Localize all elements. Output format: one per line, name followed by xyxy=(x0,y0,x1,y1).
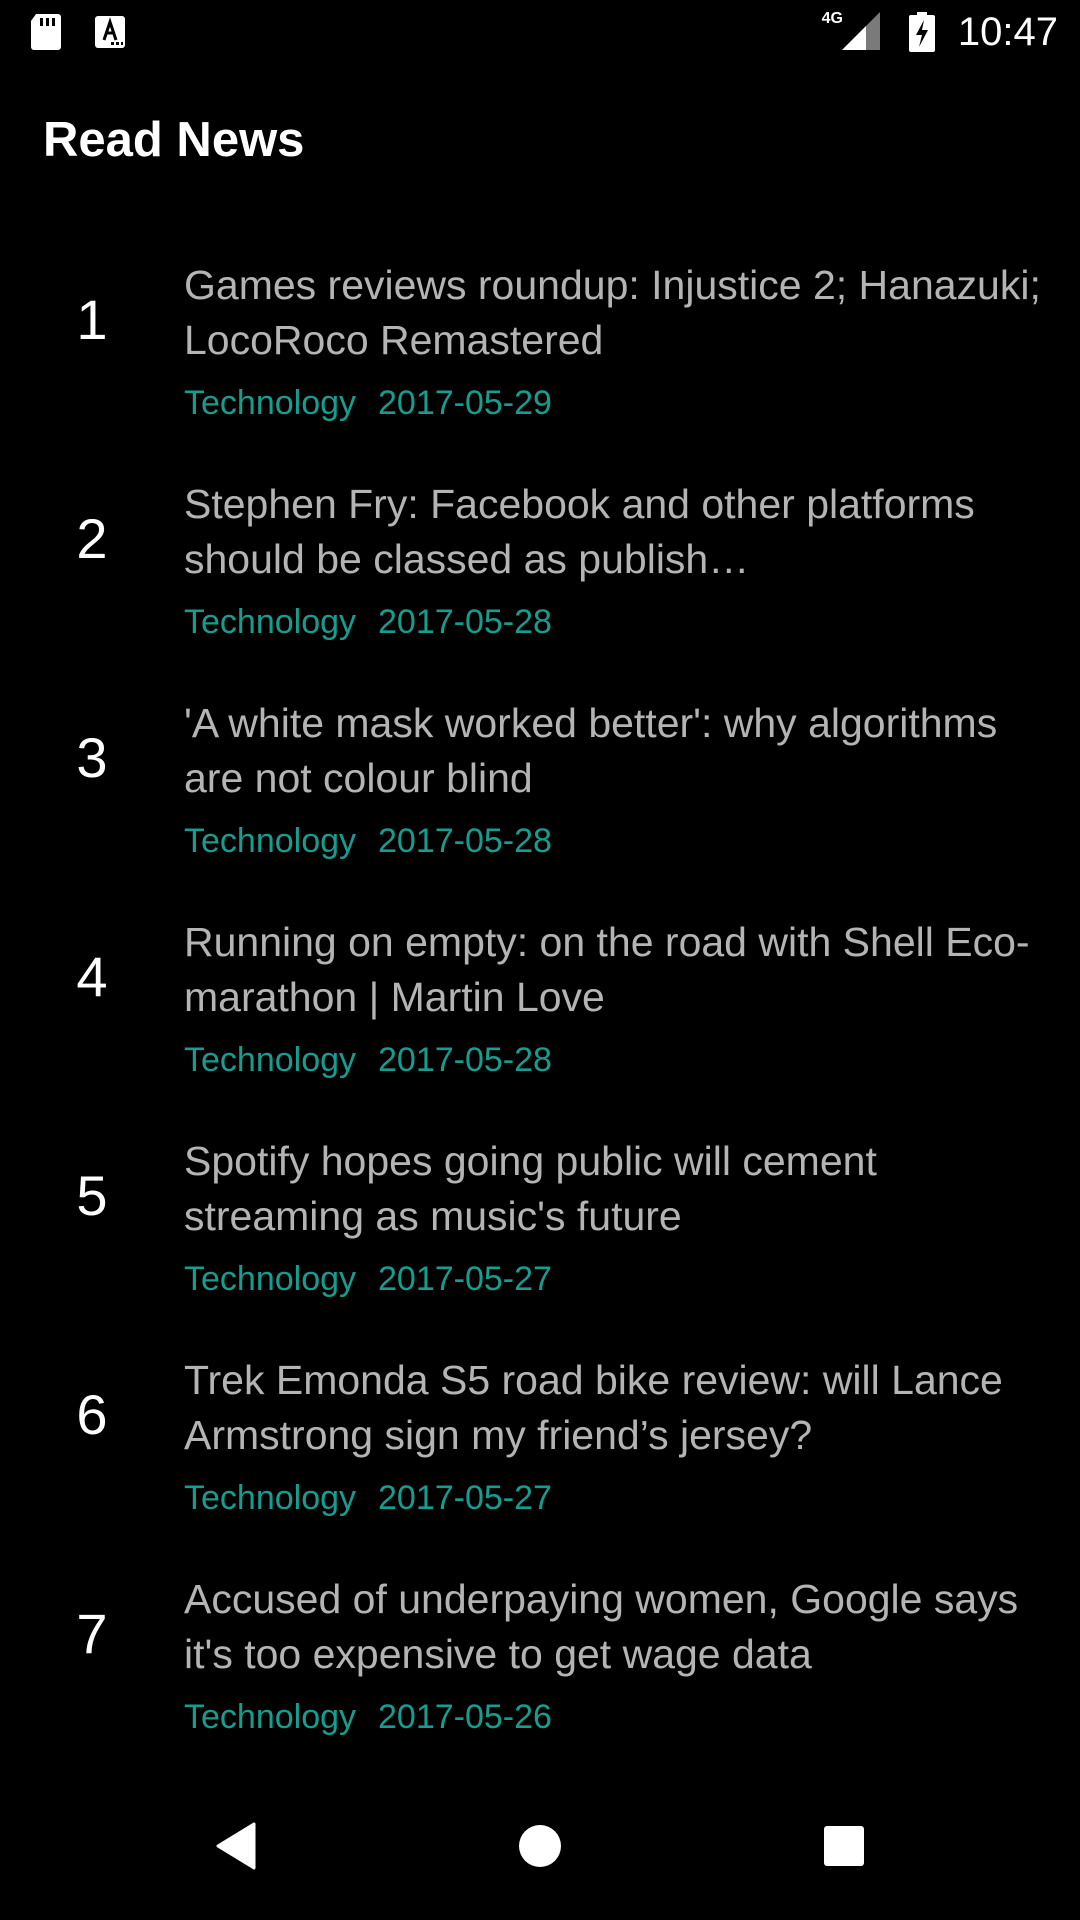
sd-card-icon xyxy=(30,14,62,55)
status-time: 10:47 xyxy=(957,10,1058,54)
item-title: Trek Emonda S5 road bike review: will La… xyxy=(184,1357,1003,1458)
home-button[interactable] xyxy=(498,1806,582,1890)
item-meta: Technology 2017-05-26 xyxy=(184,1697,552,1737)
item-index: 6 xyxy=(76,1383,108,1446)
item-date: 2017-05-27 xyxy=(378,1260,552,1298)
item-meta: Technology 2017-05-27 xyxy=(184,1478,552,1518)
list-item[interactable]: 1 Games reviews roundup: Injustice 2; Ha… xyxy=(0,240,1080,459)
list-item[interactable]: 4 Running on empty: on the road with She… xyxy=(0,897,1080,1116)
list-item[interactable]: 7 Accused of underpaying women, Google s… xyxy=(0,1554,1080,1773)
item-date: 2017-05-28 xyxy=(378,822,552,860)
item-title: Running on empty: on the road with Shell… xyxy=(184,919,1030,1020)
item-date: 2017-05-29 xyxy=(378,384,552,422)
item-category: Technology xyxy=(184,603,357,641)
recents-icon xyxy=(824,1825,864,1871)
item-index: 1 xyxy=(76,288,108,351)
list-item[interactable]: 3 'A white mask worked better': why algo… xyxy=(0,678,1080,897)
item-title: Spotify hopes going public will cement s… xyxy=(184,1138,877,1239)
item-category: Technology xyxy=(184,384,357,422)
item-date: 2017-05-27 xyxy=(378,1479,552,1517)
item-index: 5 xyxy=(76,1164,108,1227)
home-icon xyxy=(518,1824,562,1873)
font-download-icon xyxy=(94,14,126,55)
signal-icon xyxy=(842,12,880,55)
item-category: Technology xyxy=(184,1260,357,1298)
item-index: 7 xyxy=(76,1602,108,1665)
item-meta: Technology 2017-05-27 xyxy=(184,1259,552,1299)
item-index: 4 xyxy=(76,945,108,1008)
app-bar: Read News xyxy=(0,62,1080,212)
item-category: Technology xyxy=(184,822,357,860)
item-title: Accused of underpaying women, Google say… xyxy=(184,1576,1019,1677)
back-icon xyxy=(214,1822,258,1875)
navigation-bar xyxy=(0,1776,1080,1920)
page-title: Read News xyxy=(43,113,305,167)
item-category: Technology xyxy=(184,1479,357,1517)
item-index: 3 xyxy=(76,726,108,789)
item-meta: Technology 2017-05-29 xyxy=(184,383,552,423)
list-item[interactable]: 2 Stephen Fry: Facebook and other platfo… xyxy=(0,459,1080,678)
news-list: 1 Games reviews roundup: Injustice 2; Ha… xyxy=(0,240,1080,1773)
item-date: 2017-05-28 xyxy=(378,1041,552,1079)
item-title: Stephen Fry: Facebook and other platform… xyxy=(184,481,975,582)
recents-button[interactable] xyxy=(802,1806,886,1890)
list-item[interactable]: 6 Trek Emonda S5 road bike review: will … xyxy=(0,1335,1080,1554)
item-category: Technology xyxy=(184,1698,357,1736)
back-button[interactable] xyxy=(194,1806,278,1890)
status-bar: 4G 10:47 xyxy=(0,0,1080,62)
item-title: Games reviews roundup: Injustice 2; Hana… xyxy=(184,262,1041,363)
list-item[interactable]: 5 Spotify hopes going public will cement… xyxy=(0,1116,1080,1335)
item-meta: Technology 2017-05-28 xyxy=(184,821,552,861)
network-type: 4G xyxy=(821,10,843,27)
item-date: 2017-05-26 xyxy=(378,1698,552,1736)
item-category: Technology xyxy=(184,1041,357,1079)
battery-charging-icon xyxy=(909,12,935,57)
item-date: 2017-05-28 xyxy=(378,603,552,641)
item-meta: Technology 2017-05-28 xyxy=(184,1040,552,1080)
item-meta: Technology 2017-05-28 xyxy=(184,602,552,642)
item-index: 2 xyxy=(76,507,108,570)
item-title: 'A white mask worked better': why algori… xyxy=(184,700,998,801)
